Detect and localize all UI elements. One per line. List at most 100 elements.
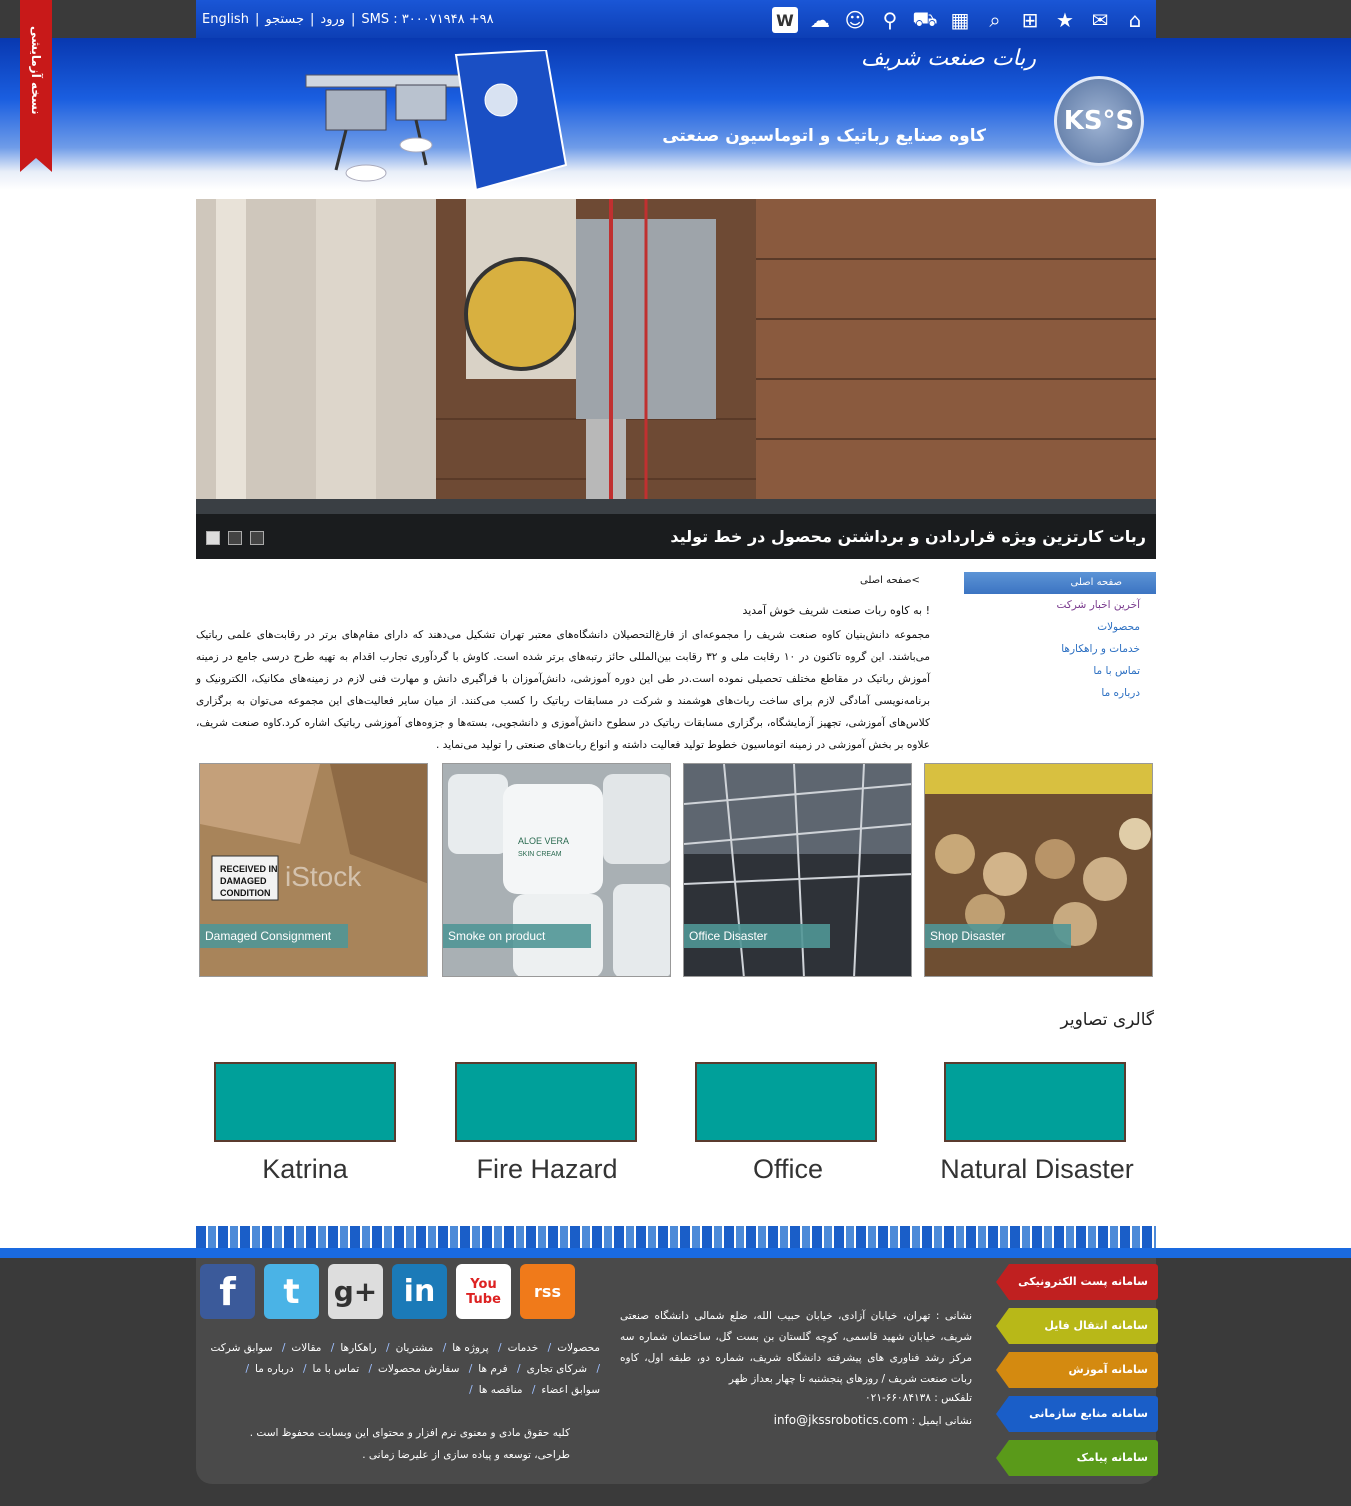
separator: | xyxy=(254,12,260,27)
separator: / xyxy=(368,1363,373,1375)
gallery-thumbnail[interactable] xyxy=(695,1062,877,1142)
chat-icon[interactable]: ☁ xyxy=(807,7,833,33)
top-bar: English | جستجو | ورود | SMS : ۳۰۰۰۷۱۹۴۸… xyxy=(0,0,1351,38)
card-office-disaster[interactable]: Office Disaster xyxy=(683,763,912,977)
footer-link[interactable]: مناقصه ها xyxy=(479,1380,523,1401)
robot-machine-image xyxy=(305,50,568,190)
designer-line: طراحی، توسعه و پیاده سازی از علیرضا زمان… xyxy=(362,1449,570,1461)
slider-dot[interactable] xyxy=(206,531,220,545)
footer-link[interactable]: فرم ها xyxy=(478,1359,507,1380)
footer-decorative-border xyxy=(196,1226,1156,1248)
fax-icon[interactable]: ▦ xyxy=(947,7,973,33)
separator: / xyxy=(468,1363,473,1375)
copyright: کلیه حقوق مادی و معنوی نرم افزار و محتوا… xyxy=(200,1422,570,1466)
logo-text: KS°S xyxy=(1063,106,1135,136)
card-smoke-on-product[interactable]: ALOE VERA SKIN CREAM Smoke on product xyxy=(442,763,671,977)
gallery-thumbnail[interactable] xyxy=(944,1062,1126,1142)
separator: / xyxy=(596,1363,600,1375)
footer-link[interactable]: خدمات xyxy=(508,1338,539,1359)
gallery-label: Office xyxy=(752,1154,824,1184)
top-bar-inner: English | جستجو | ورود | SMS : ۳۰۰۰۷۱۹۴۸… xyxy=(196,0,1156,38)
system-education-button[interactable]: سامانه آموزش xyxy=(996,1352,1158,1388)
google-plus-icon[interactable]: g+ xyxy=(328,1264,383,1319)
slider-dots xyxy=(206,531,264,545)
card-label: Shop Disaster xyxy=(925,924,1071,948)
footer-link[interactable]: راهکارها xyxy=(340,1338,376,1359)
footer-link[interactable]: مقالات xyxy=(291,1338,321,1359)
sitemap-icon[interactable]: ⊞ xyxy=(1017,7,1043,33)
slider-dot[interactable] xyxy=(250,531,264,545)
sidebar-item-services[interactable]: خدمات و راهکارها xyxy=(964,638,1156,660)
company-logo[interactable]: KS°S xyxy=(1054,76,1144,166)
gallery-item-fire-hazard[interactable]: Fire Hazard xyxy=(432,1062,662,1192)
system-erp-button[interactable]: سامانه منابع سازمانی xyxy=(996,1396,1158,1432)
system-file-transfer-button[interactable]: سامانه انتقال فایل xyxy=(996,1308,1158,1344)
separator: / xyxy=(281,1342,286,1354)
separator: / xyxy=(245,1363,250,1375)
slider-title: ربات کارتزین ویژه قراردادن و برداشتن محص… xyxy=(670,527,1146,546)
gallery-item-office[interactable]: Office xyxy=(673,1062,903,1192)
footer-link[interactable]: سفارش محصولات xyxy=(378,1359,459,1380)
twitter-icon[interactable]: t xyxy=(264,1264,319,1319)
sidebar-menu: صفحه اصلی آخرین اخبار شرکت محصولات خدمات… xyxy=(964,572,1156,704)
footer-link[interactable]: شرکای تجاری xyxy=(527,1359,588,1380)
english-link[interactable]: English xyxy=(202,12,249,27)
footer-links: محصولات / خدمات / پروژه ها / مشتریان / راهکا… xyxy=(200,1338,600,1401)
email-link[interactable]: info@jkssrobotics.com xyxy=(774,1413,909,1427)
sidebar-item-about[interactable]: درباره ما xyxy=(964,682,1156,704)
brand-tagline: صنایع رباتیک و اتوماسیون صنعتی xyxy=(662,126,944,146)
linkedin-icon[interactable]: in xyxy=(392,1264,447,1319)
sidebar-item-contact[interactable]: تماس با ما xyxy=(964,660,1156,682)
svg-text:SKIN CREAM: SKIN CREAM xyxy=(518,851,562,858)
system-sms-button[interactable]: سامانه پیامک xyxy=(996,1440,1158,1476)
mail-icon[interactable]: ✉ xyxy=(1087,7,1113,33)
footer-link[interactable]: درباره ما xyxy=(255,1359,294,1380)
gallery-item-katrina[interactable]: Katrina xyxy=(190,1062,420,1192)
breadcrumb[interactable]: صفحه اصلی< xyxy=(860,575,920,586)
separator: | xyxy=(351,12,356,27)
gallery-item-natural-disaster[interactable]: Natural Disaster xyxy=(922,1062,1152,1192)
separator: / xyxy=(302,1363,307,1375)
wordpress-icon[interactable]: W xyxy=(772,7,798,33)
footer-address: نشانی : تهران، خیابان آزادی، خیابان حبیب… xyxy=(620,1310,972,1385)
card-label: Office Disaster xyxy=(684,924,830,948)
rss-icon[interactable]: rss xyxy=(520,1264,575,1319)
footer-link[interactable]: تماس با ما xyxy=(313,1359,360,1380)
cart-icon[interactable]: ⛟ xyxy=(912,7,938,33)
location-icon[interactable]: ⚲ xyxy=(877,7,903,33)
footer-fax: تلفکس : ۶۶۰۸۴۱۳۸-۰۲۱ xyxy=(865,1392,972,1404)
separator: / xyxy=(531,1384,536,1396)
about-text: مجموعه دانش‌بنیان کاوه صنعت شریف را مجمو… xyxy=(196,629,930,751)
slider-dot[interactable] xyxy=(228,531,242,545)
separator: | xyxy=(310,12,315,27)
ribbon-text: نسخه آزمایشی xyxy=(29,25,43,115)
svg-text:ALOE VERA: ALOE VERA xyxy=(518,836,569,846)
sidebar-header[interactable]: صفحه اصلی xyxy=(964,572,1156,594)
footer-link[interactable]: سوابق شرکت xyxy=(210,1338,272,1359)
footer-link[interactable]: پروژه ها xyxy=(452,1338,488,1359)
gallery-thumbnail[interactable] xyxy=(455,1062,637,1142)
search-icon[interactable]: ⌕ xyxy=(982,7,1008,33)
gallery-thumbnail[interactable] xyxy=(214,1062,396,1142)
footer-link[interactable]: مشتریان xyxy=(396,1338,434,1359)
card-shop-disaster[interactable]: Shop Disaster xyxy=(924,763,1153,977)
card-damaged-consignment[interactable]: RECEIVED IN DAMAGED CONDITION iStock Dam… xyxy=(199,763,428,977)
home-icon[interactable]: ⌂ xyxy=(1122,7,1148,33)
footer-link[interactable]: محصولات xyxy=(557,1338,600,1359)
star-icon[interactable]: ★ xyxy=(1052,7,1078,33)
youtube-icon[interactable]: You Tube xyxy=(456,1264,511,1319)
footer-link[interactable]: سوابق اعضاء xyxy=(541,1380,600,1401)
separator: / xyxy=(469,1384,473,1396)
top-links: English | جستجو | ورود | SMS : ۳۰۰۰۷۱۹۴۸… xyxy=(202,12,494,27)
facebook-icon[interactable]: f xyxy=(200,1264,255,1319)
main-slider[interactable]: ربات کارتزین ویژه قراردادن و برداشتن محص… xyxy=(196,199,1156,559)
users-icon[interactable]: ☺ xyxy=(842,7,868,33)
svg-text:CONDITION: CONDITION xyxy=(220,888,271,898)
sidebar-item-news[interactable]: آخرین اخبار شرکت xyxy=(964,594,1156,616)
system-email-button[interactable]: سامانه پست الکترونیکی xyxy=(996,1264,1158,1300)
search-link[interactable]: جستجو xyxy=(265,12,304,27)
sidebar-item-products[interactable]: محصولات xyxy=(964,616,1156,638)
login-link[interactable]: ورود xyxy=(320,12,345,27)
slider-caption-bar: ربات کارتزین ویژه قراردادن و برداشتن محص… xyxy=(196,514,1156,559)
welcome-heading: به کاوه ربات صنعت شریف خوش آمدید ! xyxy=(742,604,930,617)
